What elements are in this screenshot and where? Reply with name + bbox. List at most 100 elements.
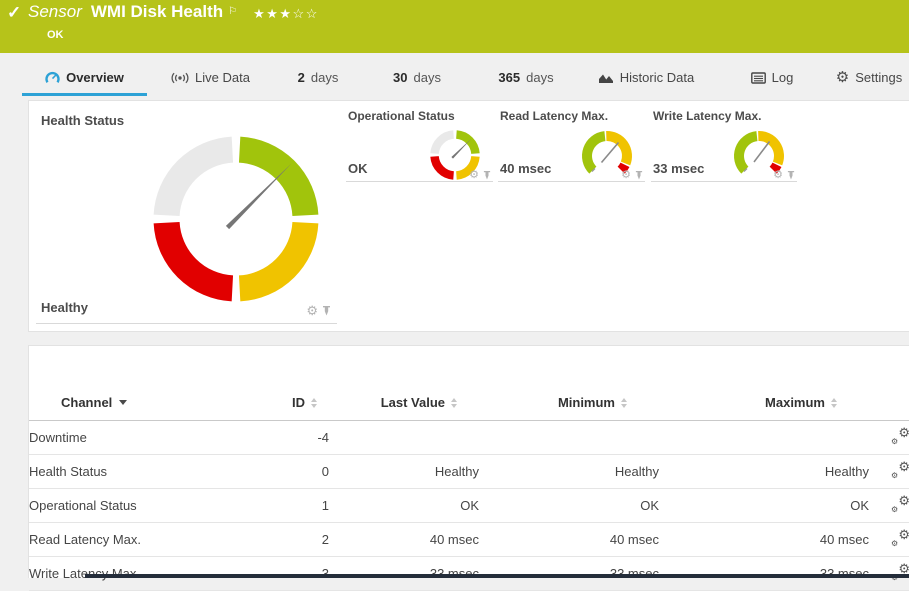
channels-panel: Channel ID Last Value Minimum Maximum Do… xyxy=(28,345,909,591)
tab-365-days[interactable]: 365 days xyxy=(485,62,567,93)
channel-settings-icon[interactable]: ⚙⚙ xyxy=(891,494,909,514)
table-row-operational-status[interactable]: Operational Status 1 OK OK OK ⚙ ⚙ xyxy=(29,488,909,523)
table-row-downtime[interactable]: Downtime -4 ⚙ ⚙ xyxy=(29,420,909,455)
gauge-icon xyxy=(45,71,60,83)
health-status-gauge xyxy=(153,136,319,302)
gear-icon[interactable]: ⚙ xyxy=(621,170,631,181)
operational-status-gauge-widget[interactable]: Operational Status OK ⚙ xyxy=(346,109,493,182)
column-header-maximum[interactable]: Maximum xyxy=(659,395,869,410)
gauge-value: OK xyxy=(348,161,368,176)
table-row-read-latency[interactable]: Read Latency Max. 2 40 msec 40 msec 40 m… xyxy=(29,522,909,557)
column-label: Channel xyxy=(61,395,113,410)
tab-value: 30 xyxy=(393,70,408,85)
sort-icon xyxy=(451,397,457,408)
page-title: WMI Disk Health xyxy=(90,2,224,21)
caret-down-icon xyxy=(119,400,128,405)
channel-maximum xyxy=(659,420,869,455)
column-header-minimum[interactable]: Minimum xyxy=(479,395,659,410)
column-label: Minimum xyxy=(557,395,615,410)
pin-icon[interactable] xyxy=(787,170,795,181)
gauge-value: 33 msec xyxy=(653,161,705,176)
gauge-value: 40 msec xyxy=(500,161,552,176)
channel-maximum: OK xyxy=(659,488,869,523)
gear-icon[interactable]: ⚙ xyxy=(773,170,783,181)
sort-icon xyxy=(311,397,317,408)
channel-last-value xyxy=(329,420,479,455)
area-chart-icon xyxy=(598,74,613,83)
gauge-title: Health Status xyxy=(41,113,125,128)
gauge-needle xyxy=(225,163,292,230)
column-header-channel[interactable]: Channel xyxy=(29,395,279,410)
gauge-needle xyxy=(600,141,620,164)
channel-name[interactable]: Health Status xyxy=(29,454,279,489)
channel-settings-icon[interactable]: ⚙⚙ xyxy=(891,528,909,548)
gauge-title: Write Latency Max. xyxy=(653,109,762,123)
table-row-health-status[interactable]: Health Status 0 Healthy Healthy Healthy … xyxy=(29,454,909,489)
tab-label: Live Data xyxy=(195,70,250,85)
channel-minimum: Healthy xyxy=(479,454,659,489)
tab-30-days[interactable]: 30 days xyxy=(383,62,451,93)
gear-icon[interactable]: ⚙ xyxy=(306,304,318,317)
gauge-needle xyxy=(451,138,472,159)
channels-table: Channel ID Last Value Minimum Maximum Do… xyxy=(29,346,909,591)
pin-icon[interactable] xyxy=(635,170,643,181)
gear-icon: ⚙ xyxy=(835,69,850,86)
object-type-label: Sensor xyxy=(28,2,82,21)
pin-icon[interactable] xyxy=(322,305,331,317)
log-list-icon xyxy=(750,71,766,84)
channel-maximum: Healthy xyxy=(659,454,869,489)
gauge-value: Healthy xyxy=(41,300,88,315)
pin-icon[interactable] xyxy=(483,170,491,181)
status-badge: OK xyxy=(47,29,64,41)
channel-minimum: 40 msec xyxy=(479,522,659,557)
gear-icon[interactable]: ⚙ xyxy=(469,170,479,181)
channel-minimum xyxy=(479,420,659,455)
tab-label: Settings xyxy=(855,70,903,85)
tab-log[interactable]: Log xyxy=(743,62,801,93)
sort-icon xyxy=(831,397,837,408)
channel-settings-icon[interactable]: ⚙⚙ xyxy=(891,460,909,480)
tab-2-days[interactable]: 2 days xyxy=(288,62,348,93)
write-latency-gauge-widget[interactable]: Write Latency Max. 33 msec ⚙ xyxy=(651,109,797,182)
channel-last-value: OK xyxy=(329,488,479,523)
channel-id: 1 xyxy=(279,488,329,523)
tab-value: 2 xyxy=(297,70,305,85)
sort-icon xyxy=(621,397,627,408)
tab-label: days xyxy=(413,70,441,85)
tab-label: days xyxy=(310,70,339,85)
column-header-id[interactable]: ID xyxy=(279,395,329,410)
channel-name[interactable]: Operational Status xyxy=(29,488,279,523)
table-header-row: Channel ID Last Value Minimum Maximum xyxy=(29,346,909,421)
channel-last-value: 40 msec xyxy=(329,522,479,557)
channel-id: 2 xyxy=(279,522,329,557)
priority-stars[interactable]: ★★★☆☆ xyxy=(253,4,319,24)
column-label: Last Value xyxy=(380,395,445,410)
read-latency-gauge-widget[interactable]: Read Latency Max. 40 msec ⚙ xyxy=(498,109,645,182)
channel-maximum: 40 msec xyxy=(659,522,869,557)
tab-overview[interactable]: Overview xyxy=(22,62,147,96)
tab-value: 365 xyxy=(498,70,521,85)
channel-settings-icon[interactable]: ⚙⚙ xyxy=(891,426,909,446)
channel-minimum: OK xyxy=(479,488,659,523)
channel-last-value: Healthy xyxy=(329,454,479,489)
tab-bar: Overview Live Data 2 days 30 days 365 da… xyxy=(0,62,909,96)
gauge-title: Read Latency Max. xyxy=(500,109,609,123)
channel-name[interactable]: Read Latency Max. xyxy=(29,522,279,557)
next-section-edge xyxy=(85,574,909,578)
column-header-last-value[interactable]: Last Value xyxy=(329,395,479,410)
tab-historic-data[interactable]: Historic Data xyxy=(590,62,702,93)
column-label: Maximum xyxy=(765,395,825,410)
gauge-needle xyxy=(753,141,771,163)
gauges-panel: Health Status Healthy ⚙ Operational Stat… xyxy=(28,100,909,332)
tab-label: Log xyxy=(771,70,794,85)
health-status-gauge-widget[interactable]: Health Status Healthy ⚙ xyxy=(36,109,337,324)
tab-live-data[interactable]: Live Data xyxy=(158,62,263,93)
tab-settings[interactable]: ⚙ Settings xyxy=(833,62,905,93)
tab-label: Overview xyxy=(66,70,124,85)
channel-name[interactable]: Downtime xyxy=(29,420,279,455)
channel-id: -4 xyxy=(279,420,329,455)
status-check-icon: ✓ xyxy=(7,3,22,22)
flag-icon[interactable]: ⚐ xyxy=(228,2,237,22)
tab-label: days xyxy=(526,70,554,85)
sensor-header: ✓ Sensor WMI Disk Health ⚐ ★★★☆☆ OK xyxy=(0,0,909,53)
